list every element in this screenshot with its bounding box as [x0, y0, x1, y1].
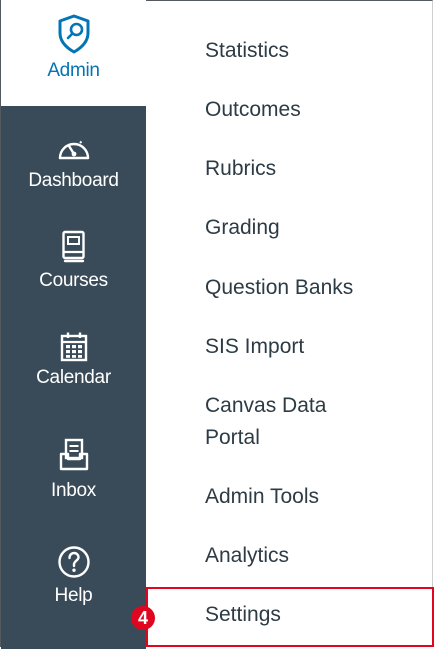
global-nav-inbox-label: Inbox — [51, 480, 96, 501]
help-question-icon — [57, 546, 90, 578]
global-nav-help[interactable]: Help — [1, 545, 146, 607]
admin-sub-navigation: Statistics Outcomes Rubrics Grading Ques… — [146, 0, 433, 649]
menu-item-analytics[interactable]: Analytics — [205, 540, 289, 572]
menu-item-outcomes[interactable]: Outcomes — [205, 94, 301, 126]
global-nav-dashboard-label: Dashboard — [28, 170, 119, 191]
global-navigation: Admin Dashboard Courses Calendar Inbox H… — [1, 0, 146, 649]
menu-item-grading[interactable]: Grading — [205, 212, 280, 244]
global-nav-courses[interactable]: Courses — [1, 230, 146, 292]
menu-item-statistics[interactable]: Statistics — [205, 35, 289, 67]
admin-shield-icon — [58, 14, 89, 54]
menu-item-question-banks[interactable]: Question Banks — [205, 272, 353, 304]
global-nav-help-label: Help — [54, 585, 93, 606]
courses-book-icon — [61, 230, 85, 263]
inbox-icon — [59, 438, 88, 471]
global-nav-courses-label: Courses — [39, 270, 108, 291]
global-nav-admin-label: Admin — [47, 60, 100, 81]
global-nav-admin[interactable]: Admin — [1, 0, 146, 106]
menu-item-sis-import[interactable]: SIS Import — [205, 331, 304, 363]
dashboard-icon — [58, 140, 89, 160]
global-nav-dashboard[interactable]: Dashboard — [1, 134, 146, 192]
calendar-icon — [60, 332, 87, 362]
menu-item-admin-tools[interactable]: Admin Tools — [205, 481, 319, 513]
global-nav-calendar[interactable]: Calendar — [1, 331, 146, 389]
step-number-badge: 4 — [131, 606, 155, 630]
global-nav-inbox[interactable]: Inbox — [1, 438, 146, 502]
menu-item-canvas-data-portal-line2: Portal — [205, 426, 260, 449]
menu-item-canvas-data-portal-line1: Canvas Data — [205, 394, 327, 417]
menu-item-settings[interactable]: Settings — [205, 599, 281, 631]
global-nav-calendar-label: Calendar — [36, 367, 111, 388]
menu-item-canvas-data-portal[interactable]: Canvas Data Portal — [205, 390, 326, 454]
menu-item-rubrics[interactable]: Rubrics — [205, 153, 276, 185]
